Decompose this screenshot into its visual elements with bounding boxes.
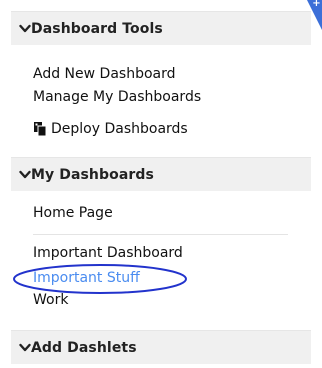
section-title: Add Dashlets (31, 339, 137, 356)
deploy-dashboards-link[interactable]: Deploy Dashboards (51, 120, 188, 138)
chevron-down-icon (19, 24, 31, 33)
divider (33, 234, 288, 235)
section-title: Dashboard Tools (31, 20, 163, 37)
work-link[interactable]: Work (33, 291, 68, 309)
copy-document-icon (34, 122, 47, 137)
add-new-dashboard-link[interactable]: Add New Dashboard (33, 65, 176, 83)
section-header-my-dashboards[interactable]: My Dashboards (11, 157, 311, 191)
section-header-dashboard-tools[interactable]: Dashboard Tools (11, 11, 311, 45)
important-dashboard-link[interactable]: Important Dashboard (33, 244, 183, 262)
section-header-add-dashlets[interactable]: Add Dashlets (11, 330, 311, 364)
section-title: My Dashboards (31, 166, 154, 183)
important-stuff-link[interactable]: Important Stuff (33, 269, 140, 287)
chevron-down-icon (19, 170, 31, 179)
home-page-link[interactable]: Home Page (33, 204, 113, 222)
dashboard-sidebar: Dashboard Tools Add New Dashboard Manage… (0, 0, 311, 368)
plus-icon: + (312, 0, 321, 9)
chevron-down-icon (19, 343, 31, 352)
manage-my-dashboards-link[interactable]: Manage My Dashboards (33, 88, 201, 106)
